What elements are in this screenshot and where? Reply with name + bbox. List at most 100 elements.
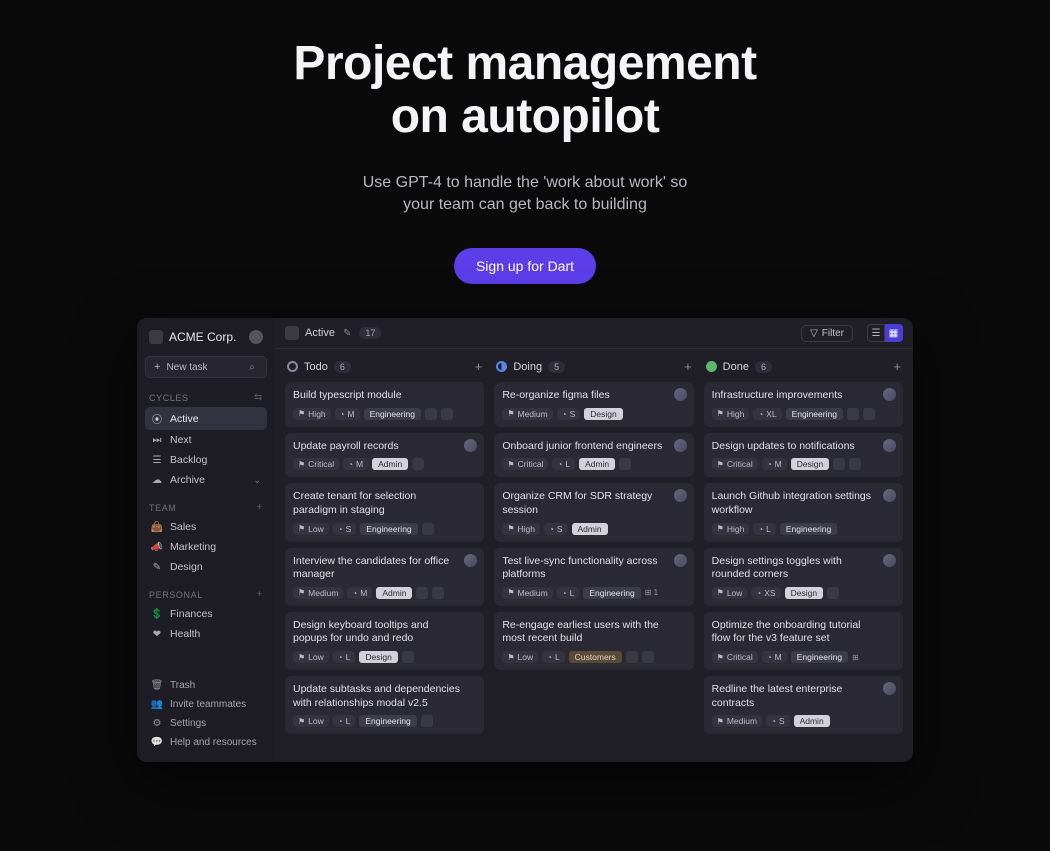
- flag-icon: ⚑: [717, 460, 724, 469]
- sidebar-item-help-and-resources[interactable]: 💬 Help and resources: [145, 733, 267, 752]
- list-view-button[interactable]: ☰: [867, 324, 885, 342]
- sidebar-item-marketing[interactable]: 📣 Marketing: [145, 537, 267, 557]
- add-card-button[interactable]: +: [475, 359, 483, 374]
- workspace-icon: [149, 330, 163, 344]
- priority-chip: ⚑Low: [293, 651, 329, 663]
- assignee-avatar-icon: [674, 388, 687, 401]
- assignee-avatar-icon: [674, 489, 687, 502]
- priority-chip: ⚑Medium: [502, 587, 552, 599]
- assignee-avatar-icon: [464, 554, 477, 567]
- flag-icon: ⚑: [717, 409, 724, 418]
- card-meta: ⚑Low XS Design: [712, 587, 895, 599]
- card-title: Organize CRM for SDR strategy session: [502, 490, 685, 517]
- sidebar-item-invite-teammates[interactable]: 👥 Invite teammates: [145, 695, 267, 714]
- size-icon: [756, 588, 761, 598]
- size-chip: S: [766, 715, 790, 727]
- task-card[interactable]: Launch Github integration settings workf…: [704, 483, 903, 541]
- sidebar-item-design[interactable]: ✎ Design: [145, 557, 267, 577]
- topbar: Active ✎ 17 ▽ Filter ☰ ▦: [275, 318, 913, 349]
- tag-chip: Engineering: [360, 523, 417, 535]
- task-card[interactable]: Update subtasks and dependencies with re…: [285, 676, 484, 734]
- task-card[interactable]: Build typescript module ⚑High M Engineer…: [285, 382, 484, 427]
- card-title: Onboard junior frontend engineers: [502, 440, 685, 454]
- breadcrumb[interactable]: Active: [285, 326, 335, 340]
- task-card[interactable]: Interview the candidates for office mana…: [285, 548, 484, 606]
- funnel-icon: ▽: [810, 328, 818, 339]
- column-count: 6: [755, 361, 772, 373]
- finances-icon: 💲: [151, 609, 163, 620]
- sidebar-item-backlog[interactable]: ☰ Backlog: [145, 450, 267, 470]
- size-chip: M: [762, 458, 787, 470]
- column-doing: Doing 5 +Re-organize figma files ⚑Medium…: [494, 359, 693, 752]
- signup-button[interactable]: Sign up for Dart: [454, 248, 596, 284]
- workspace-switcher[interactable]: ACME Corp.: [145, 328, 267, 346]
- hero-title-line2: on autopilot: [391, 90, 660, 143]
- more-icon: [626, 651, 638, 663]
- size-chip: S: [544, 523, 568, 535]
- new-task-button[interactable]: + New task ⌕: [145, 356, 267, 378]
- task-card[interactable]: Re-engage earliest users with the most r…: [494, 612, 693, 670]
- task-card[interactable]: Organize CRM for SDR strategy session ⚑H…: [494, 483, 693, 541]
- hero-title: Project management on autopilot: [0, 38, 1050, 144]
- subtask-count: ⊞: [852, 653, 859, 662]
- edit-icon[interactable]: ✎: [343, 328, 351, 339]
- card-meta: ⚑High M Engineering: [293, 408, 476, 420]
- task-card[interactable]: Re-organize figma files ⚑Medium S Design: [494, 382, 693, 427]
- sidebar-item-archive[interactable]: ☁ Archive⌄: [145, 470, 267, 490]
- add-card-button[interactable]: +: [684, 359, 692, 374]
- priority-chip: ⚑Medium: [293, 587, 343, 599]
- tag-chip: Engineering: [583, 587, 640, 599]
- task-card[interactable]: Design updates to notifications ⚑Critica…: [704, 433, 903, 478]
- sidebar-item-next[interactable]: ⏭ Next: [145, 430, 267, 450]
- sidebar-item-health[interactable]: ❤ Health: [145, 624, 267, 644]
- hero-title-line1: Project management: [293, 37, 756, 90]
- task-card[interactable]: Create tenant for selection paradigm in …: [285, 483, 484, 541]
- size-icon: [758, 524, 763, 534]
- board-view-button[interactable]: ▦: [885, 324, 903, 342]
- size-chip: M: [347, 587, 372, 599]
- size-icon: [340, 409, 345, 419]
- add-personal-icon[interactable]: +: [257, 589, 263, 600]
- sidebar-item-active[interactable]: ⦿ Active: [145, 407, 267, 430]
- sidebar-item-sales[interactable]: 👜 Sales: [145, 517, 267, 537]
- size-chip: L: [552, 458, 575, 470]
- backlog-icon: ☰: [151, 455, 163, 466]
- sidebar-item-trash[interactable]: 🗑 Trash: [145, 676, 267, 695]
- more-icon: [619, 458, 631, 470]
- card-title: Design updates to notifications: [712, 440, 895, 454]
- task-card[interactable]: Optimize the onboarding tutorial flow fo…: [704, 612, 903, 670]
- main-area: Active ✎ 17 ▽ Filter ☰ ▦ Todo 6 +Build t…: [275, 318, 913, 762]
- cycles-nav-icon[interactable]: ⇆: [254, 392, 263, 403]
- filter-button[interactable]: ▽ Filter: [801, 325, 853, 342]
- more-icon: [421, 715, 433, 727]
- assignee-avatar-icon: [883, 554, 896, 567]
- task-card[interactable]: Onboard junior frontend engineers ⚑Criti…: [494, 433, 693, 478]
- task-card[interactable]: Infrastructure improvements ⚑High XL Eng…: [704, 382, 903, 427]
- invite teammates-icon: 👥: [151, 699, 163, 710]
- size-chip: M: [343, 458, 368, 470]
- task-card[interactable]: Test live-sync functionality across plat…: [494, 548, 693, 606]
- add-card-button[interactable]: +: [893, 359, 901, 374]
- assignee-avatar-icon: [674, 439, 687, 452]
- task-card[interactable]: Design keyboard tooltips and popups for …: [285, 612, 484, 670]
- app-screenshot: ACME Corp. + New task ⌕ CYCLES ⇆ ⦿ Activ…: [137, 318, 913, 762]
- sales-icon: 👜: [151, 522, 163, 533]
- size-icon: [562, 588, 567, 598]
- card-meta: ⚑High XL Engineering: [712, 408, 895, 420]
- column-count: 6: [334, 361, 351, 373]
- user-avatar-icon[interactable]: [249, 330, 263, 344]
- sidebar-item-settings[interactable]: ⚙ Settings: [145, 714, 267, 733]
- add-team-icon[interactable]: +: [257, 502, 263, 513]
- priority-chip: ⚑Critical: [712, 458, 758, 470]
- sidebar-item-finances[interactable]: 💲 Finances: [145, 604, 267, 624]
- task-card[interactable]: Update payroll records ⚑Critical M Admin: [285, 433, 484, 478]
- task-card[interactable]: Redline the latest enterprise contracts …: [704, 676, 903, 734]
- size-chip: XL: [753, 408, 781, 420]
- search-icon[interactable]: ⌕: [246, 362, 258, 373]
- card-meta: ⚑Critical M Admin: [293, 458, 476, 470]
- task-card[interactable]: Design settings toggles with rounded cor…: [704, 548, 903, 606]
- flag-icon: ⚑: [298, 588, 305, 597]
- tag-chip: Design: [359, 651, 397, 663]
- size-chip: S: [333, 523, 357, 535]
- more-icon: [863, 408, 875, 420]
